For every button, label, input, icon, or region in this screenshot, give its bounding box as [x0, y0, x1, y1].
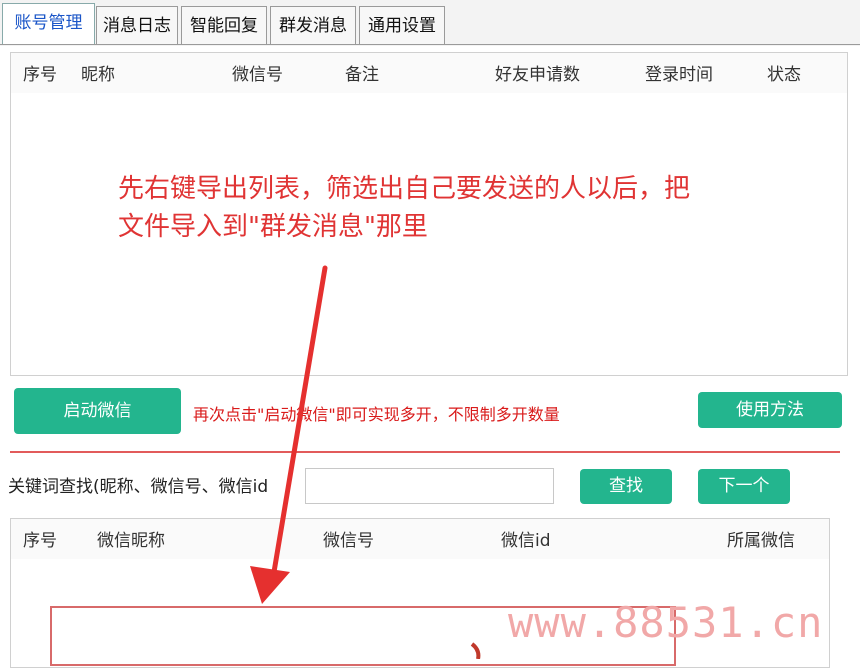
tab-message-log[interactable]: 消息日志: [96, 6, 178, 44]
annotation-line-2: 文件导入到"群发消息"那里: [118, 212, 428, 242]
column-status[interactable]: 状态: [767, 53, 801, 97]
column-owner-wechat[interactable]: 所属微信: [727, 519, 795, 563]
usage-button[interactable]: 使用方法: [698, 392, 842, 428]
column-remark[interactable]: 备注: [345, 53, 379, 97]
column-wechat-number[interactable]: 微信号: [323, 519, 374, 563]
column-wechat-id[interactable]: 微信id: [501, 519, 551, 563]
section-divider: [10, 451, 840, 453]
tab-bar: 账号管理 消息日志 智能回复 群发消息 通用设置: [0, 0, 860, 46]
search-input[interactable]: [305, 468, 554, 504]
tab-account-management[interactable]: 账号管理: [2, 3, 95, 44]
next-button[interactable]: 下一个: [698, 469, 790, 504]
column-index[interactable]: 序号: [23, 519, 57, 563]
column-wechat-id[interactable]: 微信号: [232, 53, 283, 97]
multi-open-hint: 再次点击"启动微信"即可实现多开，不限制多开数量: [193, 405, 560, 424]
search-label: 关键词查找(昵称、微信号、微信id: [8, 477, 269, 497]
column-login-time[interactable]: 登录时间: [645, 53, 713, 97]
tab-group-message[interactable]: 群发消息: [270, 6, 356, 44]
result-table-header: 序号 微信昵称 微信号 微信id 所属微信: [11, 519, 829, 559]
column-wechat-nickname[interactable]: 微信昵称: [97, 519, 165, 563]
tab-general-settings[interactable]: 通用设置: [359, 6, 445, 44]
column-friend-requests[interactable]: 好友申请数: [495, 53, 580, 97]
annotation-line-1: 先右键导出列表，筛选出自己要发送的人以后，把: [118, 174, 691, 204]
column-nickname[interactable]: 昵称: [81, 53, 115, 97]
account-table-header: 序号 昵称 微信号 备注 好友申请数 登录时间 状态: [11, 53, 847, 93]
tab-smart-reply[interactable]: 智能回复: [181, 6, 267, 44]
start-wechat-button[interactable]: 启动微信: [14, 388, 181, 434]
watermark: www.88531.cn: [508, 598, 824, 647]
column-index[interactable]: 序号: [23, 53, 57, 97]
tab-divider: [0, 44, 860, 45]
find-button[interactable]: 查找: [580, 469, 672, 504]
